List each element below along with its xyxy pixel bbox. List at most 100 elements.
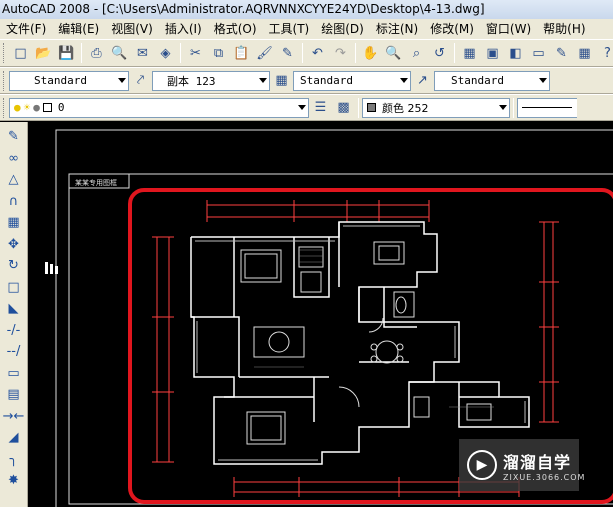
title-bar: AutoCAD 2008 - [C:\Users\Administrator.A… [0, 0, 613, 19]
menu-draw[interactable]: 绘图(D) [315, 19, 370, 39]
chevron-down-icon [259, 77, 267, 83]
break-at-point-icon[interactable]: ▭ [3, 363, 25, 385]
bulb-icon: ● [14, 101, 21, 114]
zoom-window-icon[interactable]: ⌕ [406, 43, 427, 64]
color-swatch [367, 103, 376, 112]
design-center-icon[interactable]: ▣ [482, 43, 503, 64]
chamfer-icon[interactable]: ◢ [3, 427, 25, 449]
zoom-realtime-icon[interactable]: 🔍 [383, 43, 404, 64]
offset-icon[interactable]: ∩ [3, 191, 25, 213]
dimension-style-icon[interactable]: ⤤ [130, 70, 151, 91]
lock-icon: ● [33, 101, 40, 114]
markup-icon[interactable]: ✎ [551, 43, 572, 64]
color-control-select[interactable]: 颜色 252 [362, 97, 510, 118]
standard-toolbar: □ 📂 💾 ⎙ 🔍 ✉ ◈ ✂ ⧉ 📋 🖌 ✎ ↶ ↷ ✋ 🔍 ⌕ ↺ ▦ ▣ … [0, 39, 613, 67]
explode-icon[interactable]: ✸ [3, 470, 25, 492]
table-style-select[interactable]: Standard [293, 70, 411, 91]
layer-previous-icon[interactable]: ▩ [333, 97, 354, 118]
open-icon[interactable]: 📂 [33, 43, 54, 64]
watermark-text: 溜溜自学 ZIXUE.3066.COM [503, 449, 585, 482]
dimension-style-value: 副本 123 [167, 74, 216, 88]
copy-object-icon[interactable]: ∞ [3, 148, 25, 170]
styles-toolbar: Standard ⤤ 副本 123 ▦ Standard ↗ Standard [0, 67, 613, 94]
window-title: AutoCAD 2008 - [C:\Users\Administrator.A… [2, 2, 485, 16]
linetype-preview [522, 107, 572, 108]
undo-icon[interactable]: ↶ [307, 43, 328, 64]
copy-icon[interactable]: ⧉ [208, 43, 229, 64]
left-dimensions [152, 236, 174, 463]
color-value: 颜色 252 [382, 101, 429, 115]
separator [454, 43, 455, 63]
erase-icon[interactable]: ✎ [3, 126, 25, 148]
menu-window[interactable]: 窗口(W) [480, 19, 537, 39]
play-logo-icon: ▶ [467, 450, 497, 480]
text-style-value: Standard [34, 74, 87, 87]
block-editor-icon[interactable]: ✎ [277, 43, 298, 64]
separator [81, 43, 82, 63]
extend-icon[interactable]: --/ [3, 341, 25, 363]
separator [180, 43, 181, 63]
autocad-window: { "window": {"title": "AutoCAD 2008 - [C… [0, 0, 613, 507]
chevron-down-icon [298, 104, 306, 110]
menu-file[interactable]: 文件(F) [0, 19, 52, 39]
linetype-control-select[interactable] [517, 97, 577, 118]
help-icon[interactable]: ? [597, 43, 613, 64]
array-icon[interactable]: ▦ [3, 212, 25, 234]
table-style-icon[interactable]: ▦ [271, 70, 292, 91]
scale-icon[interactable]: □ [3, 277, 25, 299]
match-properties-icon[interactable]: 🖌 [254, 43, 275, 64]
layers-properties-toolbar: ● ☀ ● 0 ☰ ▩ 颜色 252 [0, 94, 613, 121]
toolbar-grip [3, 97, 6, 118]
sun-icon: ☀ [23, 101, 31, 114]
menu-format[interactable]: 格式(O) [208, 19, 263, 39]
chevron-down-icon [539, 77, 547, 83]
layer-color-swatch [42, 103, 52, 112]
stretch-icon[interactable]: ◣ [3, 298, 25, 320]
redo-icon[interactable]: ↷ [330, 43, 351, 64]
new-icon[interactable]: □ [10, 43, 31, 64]
properties-icon[interactable]: ▦ [459, 43, 480, 64]
multileader-style-icon[interactable]: ↗ [412, 70, 433, 91]
plot-preview-icon[interactable]: 🔍 [109, 43, 130, 64]
drawing-title-label: 某某专用图框 [75, 178, 117, 187]
watermark-badge: ▶ 溜溜自学 ZIXUE.3066.COM [459, 439, 584, 491]
draw-modify-toolbar: ✎ ∞ △ ∩ ▦ ✥ ↻ □ ◣ -/- --/ ▭ ▤ →← ◢ ╮ ✸ [0, 122, 28, 507]
fillet-icon[interactable]: ╮ [3, 449, 25, 471]
move-icon[interactable]: ✥ [3, 234, 25, 256]
menu-insert[interactable]: 插入(I) [159, 19, 208, 39]
paste-icon[interactable]: 📋 [231, 43, 252, 64]
table-style-value: Standard [300, 74, 353, 87]
cut-icon[interactable]: ✂ [185, 43, 206, 64]
top-dimensions [206, 200, 430, 222]
3d-dwf-icon[interactable]: ◈ [155, 43, 176, 64]
join-icon[interactable]: →← [3, 406, 25, 428]
break-icon[interactable]: ▤ [3, 384, 25, 406]
zoom-previous-icon[interactable]: ↺ [429, 43, 450, 64]
watermark-brand: 溜溜自学 [503, 452, 572, 472]
floor-hatch [254, 249, 494, 408]
trim-icon[interactable]: -/- [3, 320, 25, 342]
calculator-icon[interactable]: ▦ [574, 43, 595, 64]
layer-select[interactable]: ● ☀ ● 0 [9, 97, 309, 118]
menu-modify[interactable]: 修改(M) [424, 19, 480, 39]
save-icon[interactable]: 💾 [56, 43, 77, 64]
pan-icon[interactable]: ✋ [360, 43, 381, 64]
multileader-style-select[interactable]: Standard [434, 70, 550, 91]
sheet-set-icon[interactable]: ▭ [528, 43, 549, 64]
publish-icon[interactable]: ✉ [132, 43, 153, 64]
menu-help[interactable]: 帮助(H) [537, 19, 591, 39]
menu-tools[interactable]: 工具(T) [263, 19, 316, 39]
rotate-icon[interactable]: ↻ [3, 255, 25, 277]
floor-plan-walls [190, 221, 530, 465]
dimension-style-select[interactable]: 副本 123 [152, 70, 270, 91]
toolbar-grip [3, 70, 6, 91]
menu-view[interactable]: 视图(V) [105, 19, 159, 39]
menu-edit[interactable]: 编辑(E) [52, 19, 105, 39]
make-object-layer-current-icon[interactable]: ☰ [310, 97, 331, 118]
menu-dimension[interactable]: 标注(N) [370, 19, 424, 39]
text-style-select[interactable]: Standard [9, 70, 129, 91]
toolbar-grip [3, 43, 6, 63]
mirror-icon[interactable]: △ [3, 169, 25, 191]
tool-palettes-icon[interactable]: ◧ [505, 43, 526, 64]
plot-icon[interactable]: ⎙ [86, 43, 107, 64]
